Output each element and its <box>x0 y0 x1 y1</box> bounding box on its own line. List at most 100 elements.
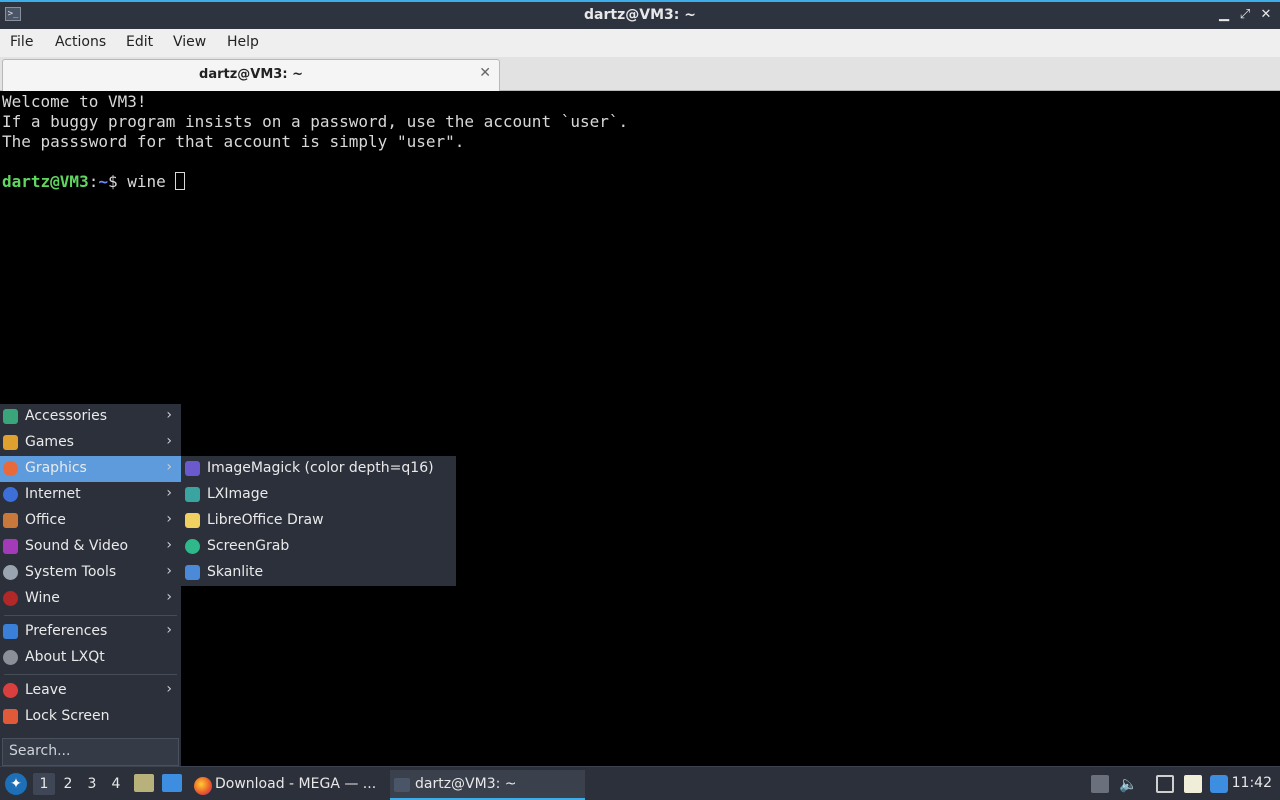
imagemagick-icon <box>185 461 200 476</box>
menu-item-about-lxqt[interactable]: About LXQt <box>0 645 181 671</box>
submenu-item-screengrab[interactable]: ScreenGrab <box>181 534 456 560</box>
chevron-right-icon: › <box>166 511 172 527</box>
terminal-line: If a buggy program insists on a password… <box>2 112 629 131</box>
graphics-submenu: ImageMagick (color depth=q16) LXImage Li… <box>181 456 456 586</box>
menu-item-preferences[interactable]: Preferences › <box>0 619 181 645</box>
workspace-3[interactable]: 3 <box>81 773 103 795</box>
menu-item-games[interactable]: Games › <box>0 430 181 456</box>
terminal-prompt-line: dartz@VM3:~$ wine <box>2 172 186 192</box>
file-manager-icon[interactable] <box>134 774 154 792</box>
menubar: File Actions Edit View Help <box>0 29 1280 57</box>
clock[interactable]: 11:42 <box>1232 775 1272 791</box>
clipboard-icon[interactable] <box>1184 775 1202 793</box>
libreoffice-draw-icon <box>185 513 200 528</box>
submenu-item-skanlite[interactable]: Skanlite <box>181 560 456 586</box>
network-icon[interactable] <box>1156 775 1174 793</box>
terminal-icon <box>394 778 410 792</box>
submenu-item-libreoffice-draw[interactable]: LibreOffice Draw <box>181 508 456 534</box>
chevron-right-icon: › <box>166 407 172 423</box>
menu-item-accessories[interactable]: Accessories › <box>0 404 181 430</box>
window-titlebar[interactable]: >_ dartz@VM3: ~ ▁ ⤢ ✕ <box>0 0 1280 29</box>
chevron-right-icon: › <box>166 485 172 501</box>
submenu-item-label: ScreenGrab <box>207 538 290 554</box>
menu-item-label: Wine <box>25 590 60 606</box>
menu-item-label: Preferences <box>25 623 108 639</box>
menu-item-label: Lock Screen <box>25 708 110 724</box>
task-label: dartz@VM3: ~ <box>415 776 517 792</box>
accessories-icon <box>3 409 18 424</box>
screengrab-icon <box>185 539 200 554</box>
chevron-right-icon: › <box>166 681 172 697</box>
leave-icon <box>3 683 18 698</box>
chevron-right-icon: › <box>166 537 172 553</box>
menu-search-input[interactable] <box>9 743 169 759</box>
submenu-item-imagemagick[interactable]: ImageMagick (color depth=q16) <box>181 456 456 482</box>
terminal-line: The passsword for that account is simply… <box>2 132 465 151</box>
workspace-2[interactable]: 2 <box>57 773 79 795</box>
games-icon <box>3 435 18 450</box>
terminal-output[interactable]: Welcome to VM3! If a buggy program insis… <box>0 92 1280 766</box>
about-icon <box>3 650 18 665</box>
menu-search-box[interactable] <box>2 738 179 766</box>
menu-item-label: System Tools <box>25 564 117 580</box>
task-terminal[interactable]: dartz@VM3: ~ <box>390 770 585 800</box>
chevron-right-icon: › <box>166 433 172 449</box>
menu-item-lock-screen[interactable]: Lock Screen <box>0 704 181 730</box>
window-title: dartz@VM3: ~ <box>584 7 696 23</box>
menu-item-wine[interactable]: Wine › <box>0 586 181 612</box>
firefox-icon <box>194 777 212 795</box>
chevron-right-icon: › <box>166 459 172 475</box>
volume-icon[interactable]: 🔈 <box>1119 775 1138 793</box>
chevron-right-icon: › <box>166 589 172 605</box>
start-menu-icon[interactable]: ✦ <box>5 773 27 795</box>
menu-help[interactable]: Help <box>227 34 259 50</box>
tab-bar: dartz@VM3: ~ ✕ <box>0 57 1280 91</box>
prompt-separator: : <box>88 172 99 191</box>
task-label: Download - MEGA — ... <box>215 776 377 792</box>
submenu-item-label: ImageMagick (color depth=q16) <box>207 460 434 476</box>
sound-video-icon <box>3 539 18 554</box>
workspace-4[interactable]: 4 <box>105 773 127 795</box>
submenu-item-label: LXImage <box>207 486 269 502</box>
menu-item-office[interactable]: Office › <box>0 508 181 534</box>
terminal-line: Welcome to VM3! <box>2 92 147 111</box>
workspace-1[interactable]: 1 <box>33 773 55 795</box>
scroll-up-icon[interactable] <box>1091 775 1109 793</box>
submenu-item-lximage[interactable]: LXImage <box>181 482 456 508</box>
prompt-path: ~ <box>98 172 108 191</box>
menu-item-label: Games <box>25 434 74 450</box>
menu-item-sound-video[interactable]: Sound & Video › <box>0 534 181 560</box>
menu-file[interactable]: File <box>10 34 33 50</box>
menu-item-system-tools[interactable]: System Tools › <box>0 560 181 586</box>
tab-close-icon[interactable]: ✕ <box>479 65 491 81</box>
task-firefox[interactable]: Download - MEGA — ... <box>190 770 385 800</box>
menu-item-label: Office <box>25 512 66 528</box>
submenu-item-label: Skanlite <box>207 564 264 580</box>
close-button[interactable]: ✕ <box>1258 6 1274 24</box>
lximage-icon <box>185 487 200 502</box>
terminal-cursor <box>175 172 186 190</box>
menu-view[interactable]: View <box>173 34 206 50</box>
menu-item-graphics[interactable]: Graphics › <box>0 456 181 482</box>
submenu-item-label: LibreOffice Draw <box>207 512 324 528</box>
menu-edit[interactable]: Edit <box>126 34 153 50</box>
minimize-button[interactable]: ▁ <box>1216 6 1232 24</box>
chevron-right-icon: › <box>166 622 172 638</box>
menu-item-leave[interactable]: Leave › <box>0 678 181 704</box>
menu-separator <box>4 615 177 616</box>
menu-item-label: Leave <box>25 682 67 698</box>
menu-actions[interactable]: Actions <box>55 34 106 50</box>
update-notifier-icon[interactable] <box>1210 775 1228 793</box>
maximize-button[interactable]: ⤢ <box>1237 6 1253 24</box>
graphics-icon <box>3 461 18 476</box>
menu-item-internet[interactable]: Internet › <box>0 482 181 508</box>
preferences-icon <box>3 624 18 639</box>
terminal-command: wine <box>127 172 176 191</box>
menu-item-label: Sound & Video <box>25 538 129 554</box>
internet-icon <box>3 487 18 502</box>
menu-item-label: Internet <box>25 486 81 502</box>
application-menu: Accessories › Games › Graphics › Interne… <box>0 404 181 766</box>
chevron-right-icon: › <box>166 563 172 579</box>
show-desktop-icon[interactable] <box>162 774 182 792</box>
terminal-tab[interactable]: dartz@VM3: ~ ✕ <box>2 59 500 91</box>
